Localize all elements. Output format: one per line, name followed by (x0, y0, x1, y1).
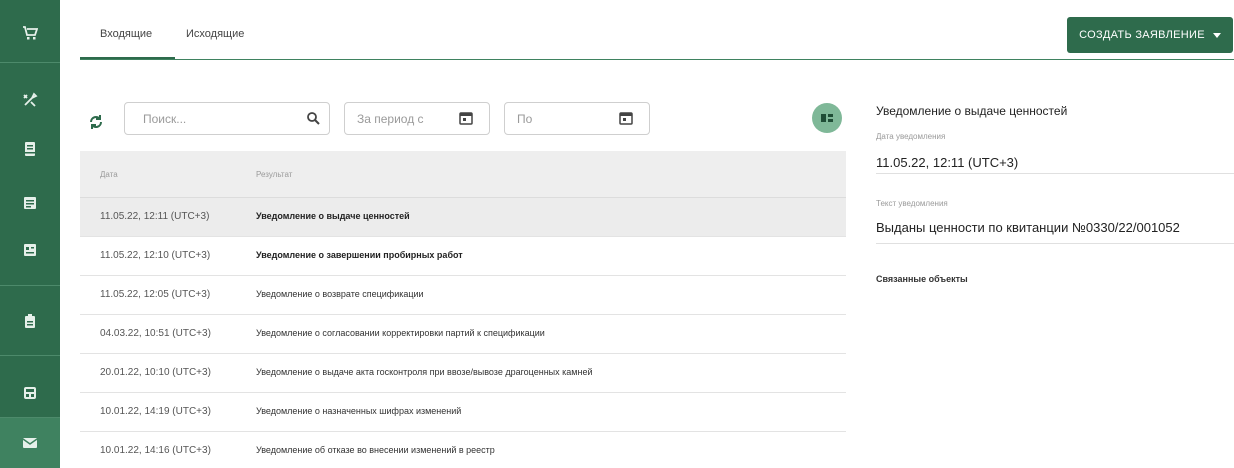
period-to-field[interactable]: По (504, 102, 650, 135)
document-icon (24, 197, 36, 209)
refresh-icon (90, 115, 102, 129)
detail-text-label: Текст уведомления (876, 199, 948, 208)
calculator-icon (24, 387, 36, 399)
sidebar-divider (0, 62, 60, 63)
table-row[interactable]: 11.05.22, 12:05 (UTC+3) Уведомление о во… (80, 276, 846, 315)
period-to-placeholder: По (517, 112, 533, 126)
row-result: Уведомление о выдаче акта госконтроля пр… (256, 367, 593, 377)
row-result: Уведомление о выдаче ценностей (256, 211, 410, 221)
sidebar-item-briefcase[interactable] (0, 298, 60, 344)
row-date: 11.05.22, 12:10 (UTC+3) (100, 250, 211, 261)
search-placeholder: Поиск... (143, 112, 187, 126)
row-result: Уведомление о назначенных шифрах изменен… (256, 406, 462, 416)
create-application-button[interactable]: СОЗДАТЬ ЗАЯВЛЕНИЕ (1067, 17, 1233, 53)
sidebar-item-calculator[interactable] (0, 370, 60, 416)
row-date: 10.01.22, 14:19 (UTC+3) (100, 406, 211, 417)
search-icon[interactable] (306, 111, 320, 125)
row-date: 04.03.22, 10:51 (UTC+3) (100, 328, 211, 339)
cart-icon (23, 26, 38, 40)
sidebar-item-cart[interactable] (0, 10, 60, 56)
table-row[interactable]: 10.01.22, 14:19 (UTC+3) Уведомление о на… (80, 393, 846, 432)
detail-date-value: 11.05.22, 12:11 (UTC+3) (876, 155, 1019, 170)
table-body: 11.05.22, 12:11 (UTC+3) Уведомление о вы… (80, 198, 846, 468)
header-divider (80, 59, 1234, 60)
tab-outgoing[interactable]: Исходящие (186, 28, 244, 40)
detail-divider (876, 173, 1234, 174)
sidebar-item-documents[interactable] (0, 180, 60, 226)
row-result: Уведомление о согласовании корректировки… (256, 328, 545, 338)
related-objects-heading: Связанные объекты (876, 274, 968, 284)
tab-incoming[interactable]: Входящие (100, 28, 152, 40)
search-input[interactable]: Поиск... (124, 102, 330, 135)
row-date: 11.05.22, 12:05 (UTC+3) (100, 289, 211, 300)
row-date: 10.01.22, 14:16 (UTC+3) (100, 445, 211, 456)
row-result: Уведомление о завершении пробирных работ (256, 250, 463, 260)
detail-divider (876, 243, 1234, 244)
mail-icon (22, 438, 38, 448)
view-toggle-button[interactable] (812, 103, 842, 133)
row-date: 11.05.22, 12:11 (UTC+3) (100, 211, 210, 222)
detail-title: Уведомление о выдаче ценностей (876, 104, 1068, 118)
sidebar-item-tools[interactable] (0, 77, 60, 123)
table-row[interactable]: 04.03.22, 10:51 (UTC+3) Уведомление о со… (80, 315, 846, 354)
column-header-date[interactable]: Дата (100, 170, 118, 179)
detail-date-label: Дата уведомления (876, 132, 946, 141)
app-root: Входящие Исходящие СОЗДАТЬ ЗАЯВЛЕНИЕ Пои… (0, 0, 1234, 468)
briefcase-icon (25, 314, 35, 328)
refresh-button[interactable] (88, 114, 104, 130)
table-row[interactable]: 10.01.22, 14:16 (UTC+3) Уведомление об о… (80, 432, 846, 468)
sidebar (0, 0, 60, 468)
sidebar-item-tables[interactable] (0, 227, 60, 273)
period-from-placeholder: За период с (357, 112, 424, 126)
notifications-table: Дата Результат 11.05.22, 12:11 (UTC+3) У… (80, 151, 846, 468)
table-row[interactable]: 20.01.22, 10:10 (UTC+3) Уведомление о вы… (80, 354, 846, 393)
sidebar-item-inbox[interactable] (0, 126, 60, 172)
row-result: Уведомление об отказе во внесении измене… (256, 445, 495, 455)
table-row[interactable]: 11.05.22, 12:10 (UTC+3) Уведомление о за… (80, 237, 846, 276)
table-row[interactable]: 11.05.22, 12:11 (UTC+3) Уведомление о вы… (80, 198, 846, 237)
sidebar-item-mail[interactable] (0, 418, 60, 468)
caret-down-icon (1212, 32, 1221, 38)
row-result: Уведомление о возврате спецификации (256, 289, 424, 299)
column-header-result[interactable]: Результат (256, 170, 292, 179)
sidebar-divider (0, 285, 60, 286)
table-icon (24, 244, 36, 256)
sidebar-divider (0, 355, 60, 356)
period-from-field[interactable]: За период с (344, 102, 490, 135)
tools-icon (23, 92, 38, 107)
calendar-icon[interactable] (459, 111, 473, 125)
create-application-label: СОЗДАТЬ ЗАЯВЛЕНИЕ (1079, 29, 1205, 41)
calendar-icon[interactable] (619, 111, 633, 125)
detail-text-value: Выданы ценности по квитанции №0330/22/00… (876, 220, 1180, 235)
inbox-icon (25, 142, 35, 156)
row-date: 20.01.22, 10:10 (UTC+3) (100, 367, 211, 378)
split-view-icon (821, 114, 833, 122)
table-header: Дата Результат (80, 151, 846, 198)
